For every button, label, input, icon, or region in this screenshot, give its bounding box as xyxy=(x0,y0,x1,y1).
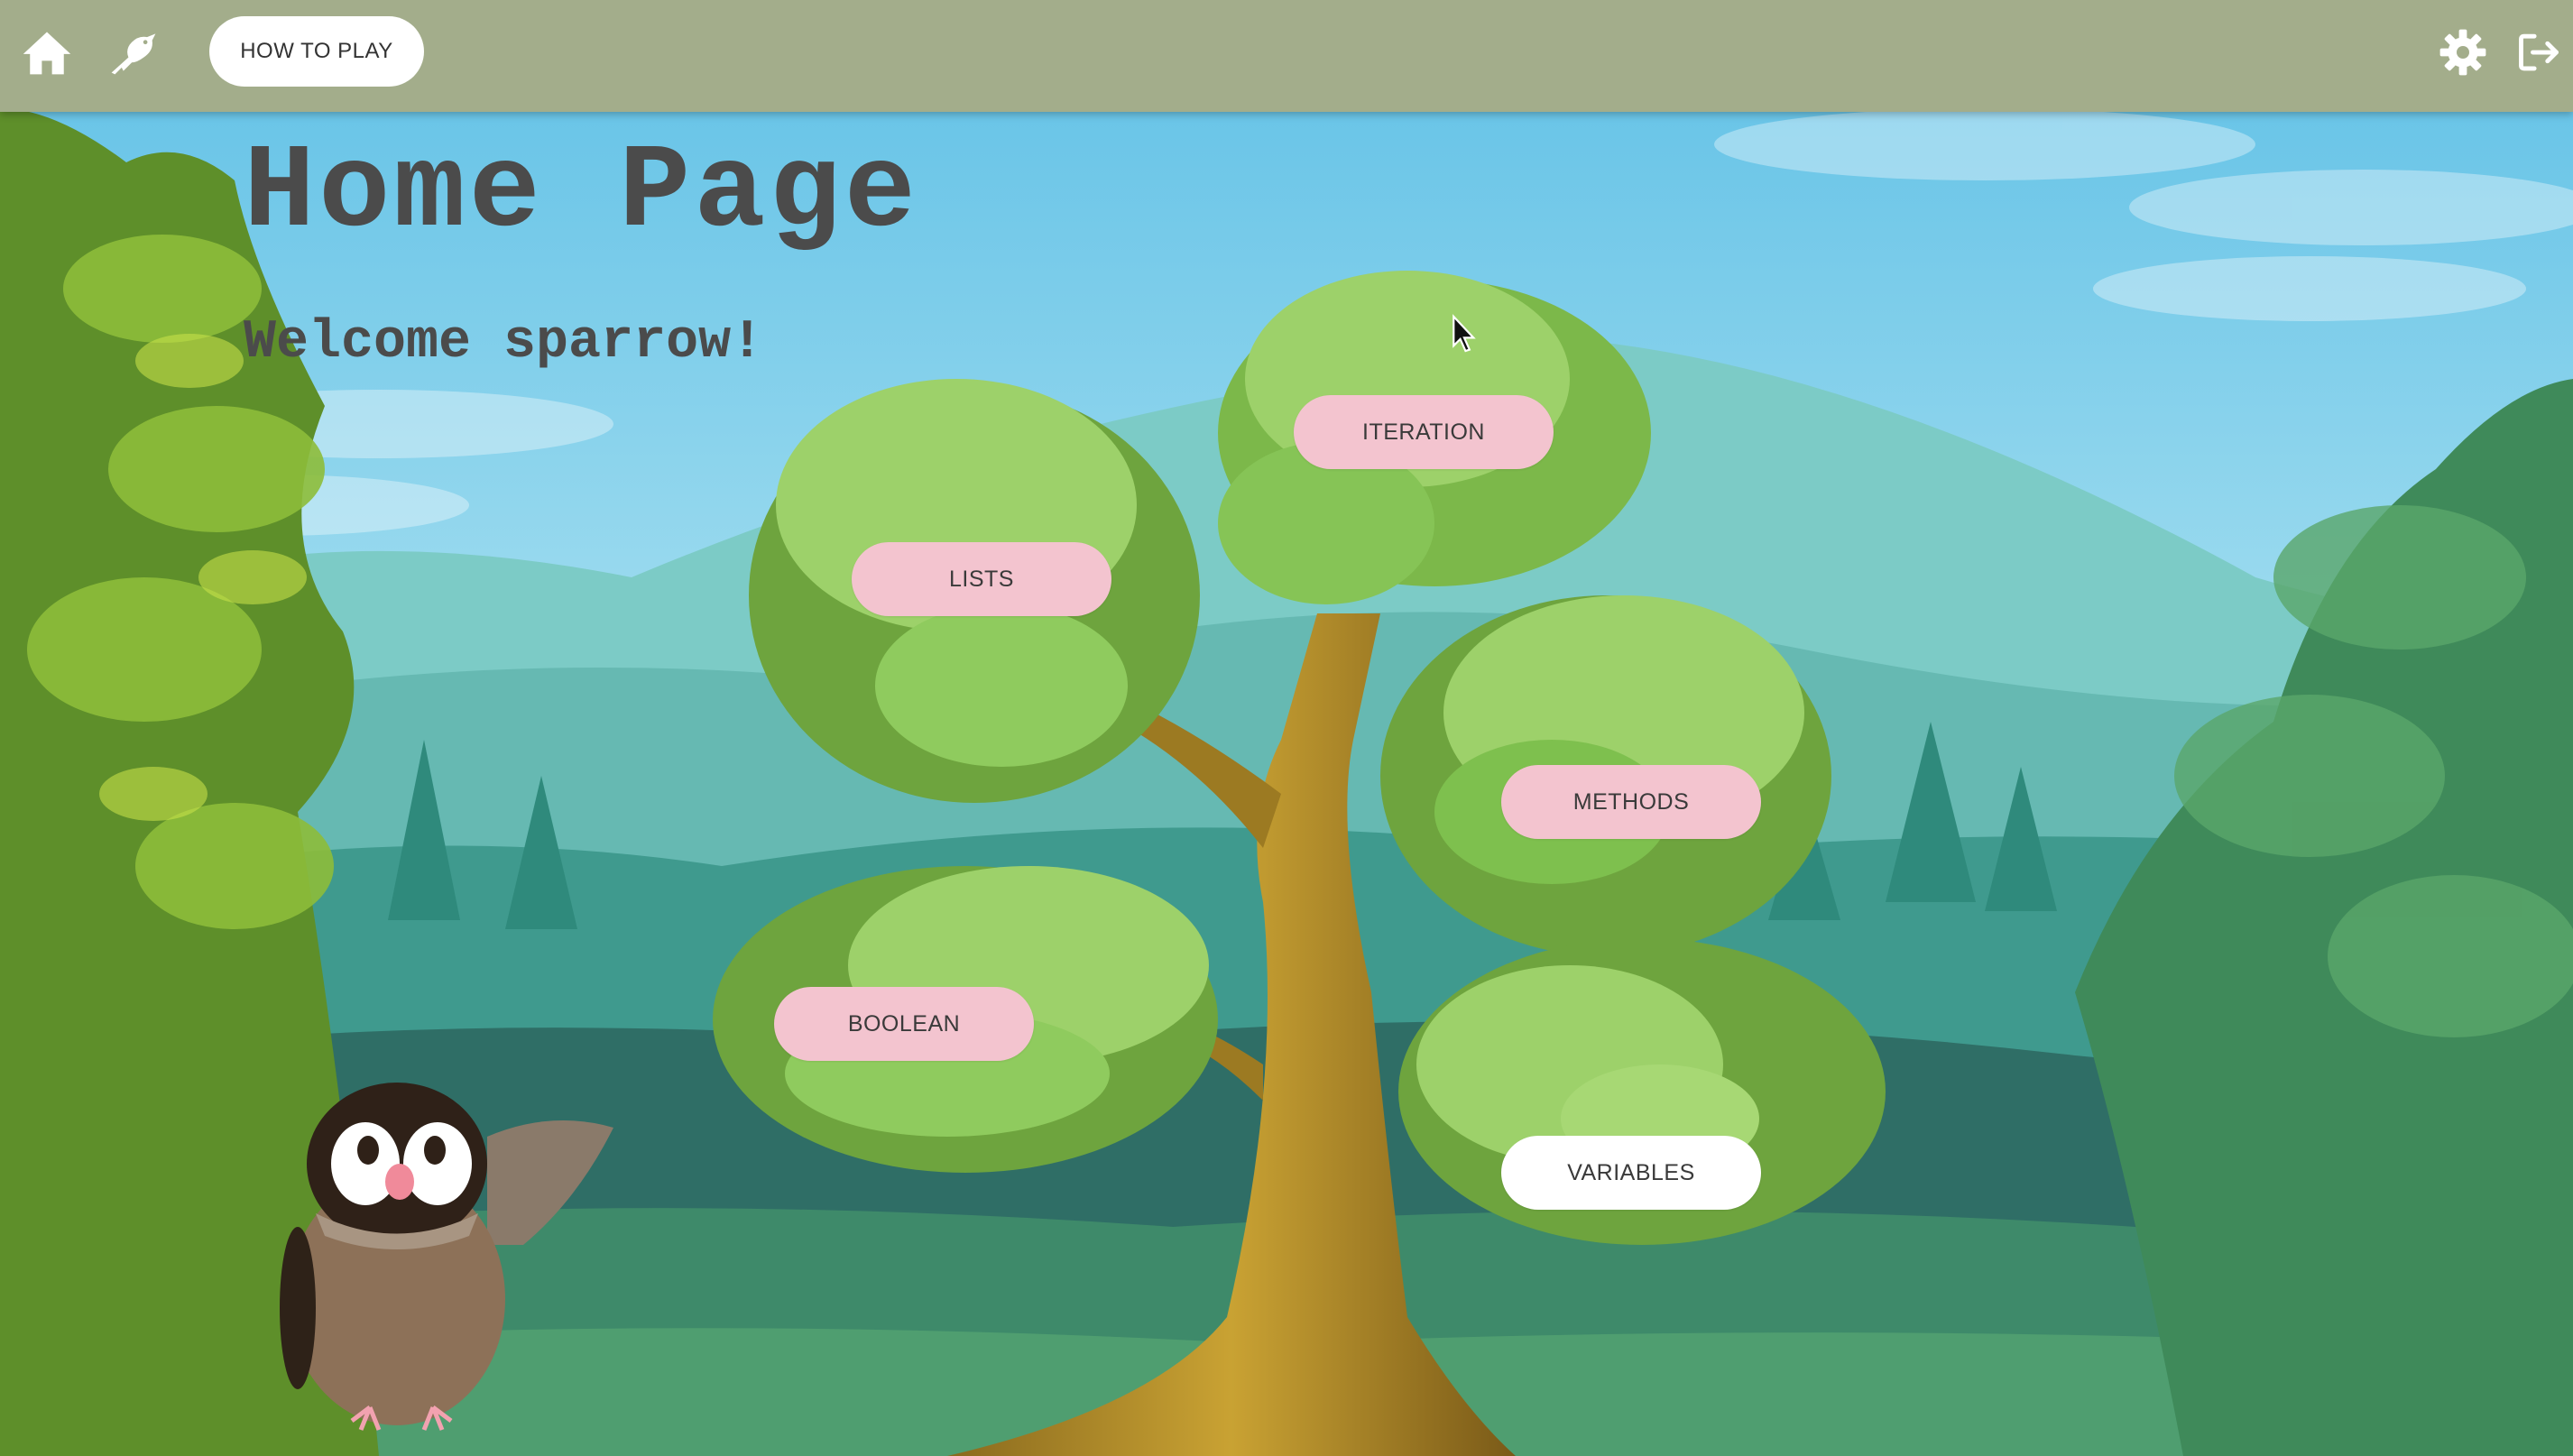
lists-topic-button[interactable]: LISTS xyxy=(852,542,1111,616)
logout-icon[interactable] xyxy=(2515,29,2562,76)
page-title: Home Page xyxy=(244,125,919,261)
top-navigation-bar: HOW TO PLAY xyxy=(0,0,2573,112)
gear-icon[interactable] xyxy=(2438,27,2488,78)
boolean-topic-button[interactable]: BOOLEAN xyxy=(774,987,1034,1061)
welcome-message: Welcome sparrow! xyxy=(244,312,764,373)
how-to-play-button[interactable]: HOW TO PLAY xyxy=(209,16,424,87)
bird-icon[interactable] xyxy=(106,25,161,79)
home-icon[interactable] xyxy=(20,25,74,79)
methods-topic-button[interactable]: METHODS xyxy=(1501,765,1761,839)
iteration-topic-button[interactable]: ITERATION xyxy=(1294,395,1554,469)
mouse-pointer-icon xyxy=(1452,314,1476,353)
variables-topic-button[interactable]: VARIABLES xyxy=(1501,1136,1761,1210)
